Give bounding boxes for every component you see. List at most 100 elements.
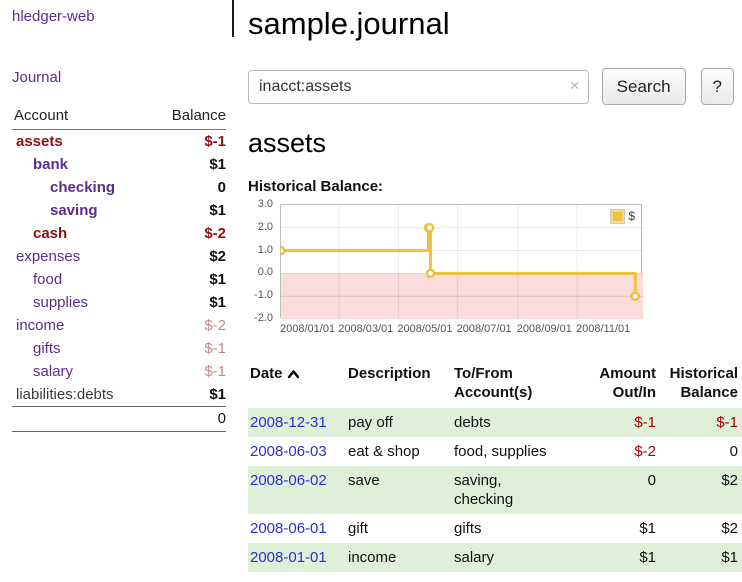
account-balance: $-1 xyxy=(152,337,226,360)
app-brand: hledger-web xyxy=(12,8,238,25)
main-content: sample.journal × Search ? assets Histori… xyxy=(238,0,742,572)
account-balance: $-2 xyxy=(152,314,226,337)
register-header-date[interactable]: Date xyxy=(248,360,346,408)
transaction-amount: $-1 xyxy=(582,408,660,437)
account-link[interactable]: expenses xyxy=(12,248,80,266)
register-table: Date Description To/From Account(s) Amou… xyxy=(248,360,742,572)
account-row: supplies$1 xyxy=(12,291,226,314)
account-row: income $-2 xyxy=(12,314,226,337)
balance-header-line2: Balance xyxy=(680,384,738,401)
account-link[interactable]: food xyxy=(12,271,62,289)
account-name-cell: liabilities:debts xyxy=(12,383,152,407)
account-link[interactable]: salary xyxy=(12,363,73,381)
transaction-amount: 0 xyxy=(582,466,660,514)
accounts-header-row: Account Balance xyxy=(12,104,226,130)
accounts-total-spacer xyxy=(12,407,152,432)
register-header-row: Date Description To/From Account(s) Amou… xyxy=(248,360,742,408)
search-box: × xyxy=(248,70,589,104)
account-row: cash $-2 xyxy=(12,222,226,245)
chart-canvas xyxy=(281,205,643,319)
register-header-accounts: To/From Account(s) xyxy=(452,360,582,408)
account-balance: $1 xyxy=(152,268,226,291)
chart-x-axis: 2008/01/012008/03/012008/05/012008/07/01… xyxy=(280,323,642,339)
historical-balance-chart: 3.02.01.00.0-1.0-2.0 $ 2008/01/012008/03… xyxy=(248,204,734,346)
transaction-date-cell: 2008-01-01 xyxy=(248,543,346,572)
register-row[interactable]: 2008-01-01incomesalary$1$1 xyxy=(248,543,742,572)
transaction-balance: $1 xyxy=(660,543,742,572)
register-row[interactable]: 2008-06-02savesaving, checking0$2 xyxy=(248,466,742,514)
transaction-date-link[interactable]: 2008-06-01 xyxy=(250,520,327,537)
account-name-cell: food xyxy=(12,268,152,291)
account-balance: $1 xyxy=(152,153,226,176)
accounts-header-line1: To/From xyxy=(454,365,513,382)
x-axis-label: 2008/11/01 xyxy=(576,323,630,335)
transaction-date-link[interactable]: 2008-12-31 xyxy=(250,414,327,431)
register-row[interactable]: 2008-06-03eat & shopfood, supplies$-20 xyxy=(248,437,742,466)
transaction-amount: $-2 xyxy=(582,437,660,466)
accounts-table: Account Balance assets$-1bank$1checking0… xyxy=(12,104,226,432)
transaction-date-link[interactable]: 2008-01-01 xyxy=(250,549,327,566)
search-input[interactable] xyxy=(248,70,589,104)
sidebar: hledger-web Journal Account Balance asse… xyxy=(0,0,238,432)
account-row: salary $-1 xyxy=(12,360,226,383)
transaction-amount: $1 xyxy=(582,543,660,572)
date-header-label: Date xyxy=(250,365,283,382)
account-name-cell: assets xyxy=(12,130,152,154)
account-name-cell: salary xyxy=(12,360,152,383)
account-name-cell: gifts xyxy=(12,337,152,360)
account-row: liabilities:debts $1 xyxy=(12,383,226,407)
account-link[interactable]: assets xyxy=(12,133,63,151)
register-header-amount: Amount Out/In xyxy=(582,360,660,408)
account-name-cell: bank xyxy=(12,153,152,176)
account-link[interactable]: bank xyxy=(12,156,68,174)
clear-search-icon[interactable]: × xyxy=(570,77,580,95)
register-header-description: Description xyxy=(346,360,452,408)
y-axis-label: -2.0 xyxy=(254,312,273,324)
search-form: × Search ? xyxy=(248,68,734,105)
chart-plot-area: $ xyxy=(280,204,642,318)
page-title: sample.journal xyxy=(248,6,734,42)
account-row: checking0 xyxy=(12,176,226,199)
account-link[interactable]: gifts xyxy=(12,340,61,358)
balance-header-line1: Historical xyxy=(670,365,738,382)
account-link[interactable]: cash xyxy=(12,225,67,243)
account-balance: $-2 xyxy=(152,222,226,245)
journal-link[interactable]: Journal xyxy=(12,69,61,86)
y-axis-label: -1.0 xyxy=(254,289,273,301)
account-link[interactable]: income xyxy=(12,317,64,335)
search-button[interactable]: Search xyxy=(602,68,686,105)
amount-header-line1: Amount xyxy=(599,365,656,382)
account-name-cell: expenses xyxy=(12,245,152,268)
account-heading: assets xyxy=(248,128,734,159)
help-button[interactable]: ? xyxy=(701,68,734,105)
transaction-date-link[interactable]: 2008-06-03 xyxy=(250,443,327,460)
chart-legend: $ xyxy=(608,208,638,224)
account-balance: $-1 xyxy=(152,360,226,383)
account-link[interactable]: liabilities:debts xyxy=(12,386,114,404)
account-link[interactable]: checking xyxy=(12,179,115,197)
transaction-description: pay off xyxy=(346,408,452,437)
account-row: food $1 xyxy=(12,268,226,291)
account-balance: $1 xyxy=(152,383,226,407)
app-title-link[interactable]: hledger-web xyxy=(12,8,95,25)
account-row: saving$1 xyxy=(12,199,226,222)
transaction-amount: $1 xyxy=(582,514,660,543)
account-link[interactable]: supplies xyxy=(12,294,88,312)
divider-line xyxy=(232,0,234,37)
account-name-cell: income xyxy=(12,314,152,337)
account-row: expenses$2 xyxy=(12,245,226,268)
register-header-balance: Historical Balance xyxy=(660,360,742,408)
register-row[interactable]: 2008-12-31pay offdebts$-1$-1 xyxy=(248,408,742,437)
accounts-header-account: Account xyxy=(12,104,152,130)
account-link[interactable]: saving xyxy=(12,202,98,220)
account-row: bank $1 xyxy=(12,153,226,176)
transaction-date-cell: 2008-06-02 xyxy=(248,466,346,514)
sort-ascending-icon[interactable] xyxy=(287,365,300,384)
register-row[interactable]: 2008-06-01giftgifts$1$2 xyxy=(248,514,742,543)
x-axis-label: 2008/09/01 xyxy=(517,323,572,335)
account-balance: $-1 xyxy=(152,130,226,154)
journal-nav: Journal xyxy=(12,69,238,86)
transaction-accounts: debts xyxy=(452,408,582,437)
accounts-header-line2: Account(s) xyxy=(454,384,532,401)
transaction-date-link[interactable]: 2008-06-02 xyxy=(250,472,327,489)
